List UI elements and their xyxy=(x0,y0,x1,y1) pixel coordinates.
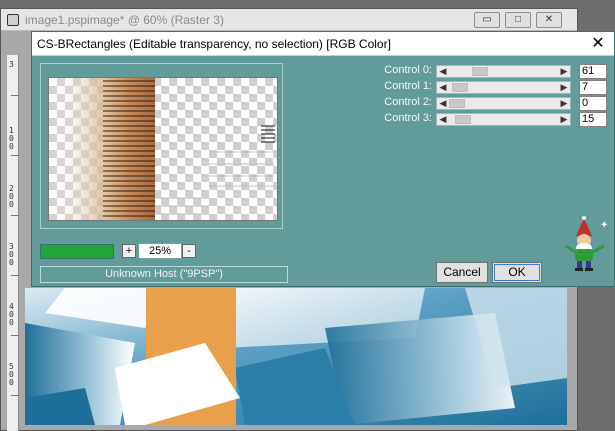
scroll-left-icon[interactable]: ◀ xyxy=(437,65,449,78)
control-2-slider[interactable]: ◀ ▶ xyxy=(436,97,571,110)
canvas-image[interactable] xyxy=(25,288,567,425)
host-info: Unknown Host ("9PSP") xyxy=(40,266,288,283)
ruler-label: 1 0 0 xyxy=(9,126,14,151)
minimize-button[interactable]: ▭ xyxy=(474,12,500,28)
ruler-label: 3 xyxy=(9,60,14,69)
control-1-label: Control 1: xyxy=(384,80,432,92)
slider-thumb[interactable] xyxy=(455,115,471,124)
ok-button[interactable]: OK xyxy=(492,262,542,283)
vertical-ruler: 3 1 0 0 2 0 0 3 0 0 4 0 0 5 0 0 xyxy=(7,55,19,431)
dialog-close-button[interactable]: ✕ xyxy=(588,34,608,54)
control-3-value[interactable]: 15 xyxy=(579,112,607,127)
scroll-right-icon[interactable]: ▶ xyxy=(558,97,570,110)
ruler-label: 4 0 0 xyxy=(9,302,14,327)
background-window-titlebar[interactable]: image1.pspimage* @ 60% (Raster 3) ▭ □ ✕ xyxy=(1,9,577,31)
control-0-value[interactable]: 61 xyxy=(579,64,607,79)
dialog-titlebar[interactable]: CS-BRectangles (Editable transparency, n… xyxy=(32,32,614,56)
close-button[interactable]: ✕ xyxy=(536,12,562,28)
zoom-in-button[interactable]: + xyxy=(122,244,136,258)
zoom-value: 25% xyxy=(138,243,182,259)
ruler-label: 5 0 0 xyxy=(9,362,14,387)
slider-thumb[interactable] xyxy=(452,83,468,92)
control-0-label: Control 0: xyxy=(384,64,432,76)
progress-fill xyxy=(41,245,113,258)
slider-thumb[interactable] xyxy=(449,99,465,108)
maximize-button[interactable]: □ xyxy=(505,12,531,28)
background-window-title: image1.pspimage* @ 60% (Raster 3) xyxy=(25,13,224,27)
preview-image[interactable] xyxy=(48,77,278,221)
control-3-slider[interactable]: ◀ ▶ xyxy=(436,113,571,126)
scroll-right-icon[interactable]: ▶ xyxy=(558,113,570,126)
scroll-right-icon[interactable]: ▶ xyxy=(558,81,570,94)
control-1-value[interactable]: 7 xyxy=(579,80,607,95)
control-0-slider[interactable]: ◀ ▶ xyxy=(436,65,571,78)
plugin-dialog: CS-BRectangles (Editable transparency, n… xyxy=(31,31,615,287)
progress-bar xyxy=(40,244,114,259)
preview-frame xyxy=(40,63,283,229)
scroll-right-icon[interactable]: ▶ xyxy=(558,65,570,78)
svg-text:✦: ✦ xyxy=(600,220,608,231)
scroll-left-icon[interactable]: ◀ xyxy=(437,97,449,110)
control-3-label: Control 3: xyxy=(384,112,432,124)
ruler-label: 2 0 0 xyxy=(9,184,14,209)
document-icon xyxy=(7,14,19,26)
scroll-left-icon[interactable]: ◀ xyxy=(437,113,449,126)
ruler-label: 3 0 0 xyxy=(9,242,14,267)
zoom-out-button[interactable]: - xyxy=(182,244,196,258)
cancel-button[interactable]: Cancel xyxy=(436,262,488,283)
control-2-value[interactable]: 0 xyxy=(579,96,607,111)
wizard-mascot-icon: ✦ xyxy=(562,216,610,272)
control-2-label: Control 2: xyxy=(384,96,432,108)
dialog-title: CS-BRectangles (Editable transparency, n… xyxy=(37,37,391,51)
control-1-slider[interactable]: ◀ ▶ xyxy=(436,81,571,94)
slider-thumb[interactable] xyxy=(472,67,488,76)
scroll-left-icon[interactable]: ◀ xyxy=(437,81,449,94)
